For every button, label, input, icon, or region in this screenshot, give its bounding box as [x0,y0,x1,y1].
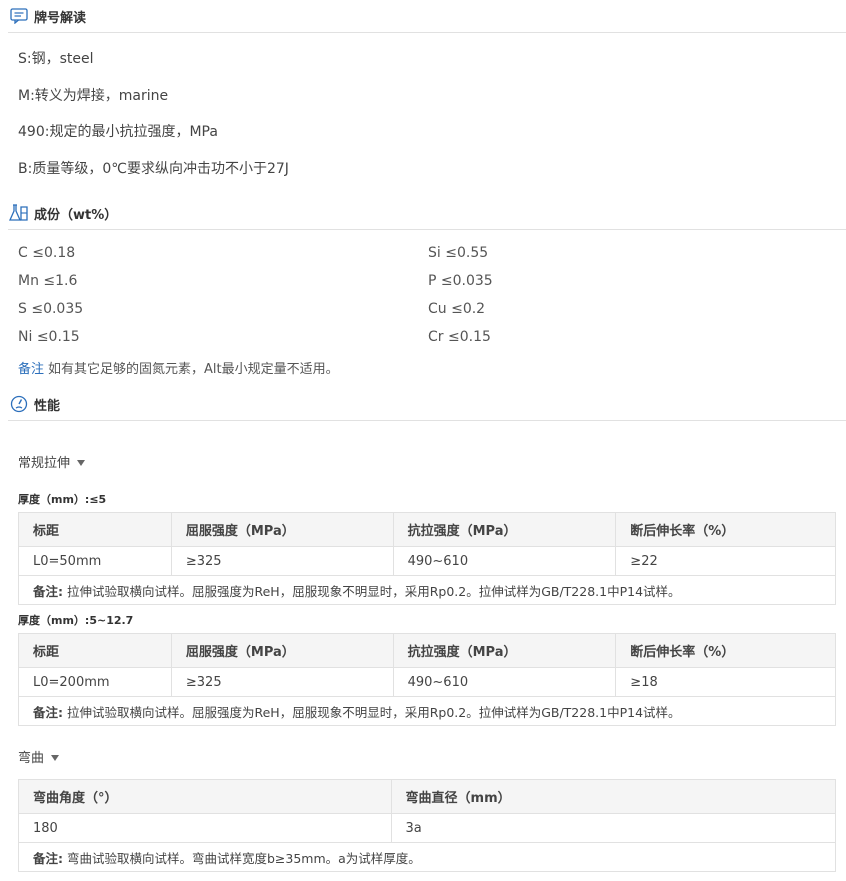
table-row: L0=200mm ≥325 490~610 ≥18 [18,667,836,697]
table-header-cell: 断后伸长率（%） [615,633,836,668]
tensile-dropdown[interactable]: 常规拉伸 [18,452,86,471]
note-text: 如有其它足够的固氮元素，Alt最小规定量不适用。 [48,362,339,377]
table-header-row: 标距 屈服强度（MPa） 抗拉强度（MPa） 断后伸长率（%） [18,633,836,668]
flask-icon [8,202,30,224]
composition-item: S ≤0.035 [18,301,84,317]
table-header-row: 弯曲角度（°） 弯曲直径（mm） [18,779,837,814]
designation-title: 牌号解读 [34,10,87,26]
table-cell: L0=50mm [18,546,172,576]
table-header-cell: 断后伸长率（%） [615,512,836,547]
table-cell: ≥22 [615,546,836,576]
remark-text: 弯曲试验取横向试样。弯曲试样宽度b≥35mm。a为试样厚度。 [66,850,421,866]
composition-item: Si ≤0.55 [428,245,489,261]
table-cell: L0=200mm [18,667,172,697]
remark-cell: 备注: 拉伸试验取横向试样。屈服强度为ReH，屈服现象不明显时，采用Rp0.2。… [18,696,836,726]
designation-line: B:质量等级，0℃要求纵向冲击功不小于27J [18,161,289,177]
table-cell: ≥325 [170,546,394,576]
table-header-cell: 标距 [18,512,172,547]
table-header-cell: 抗拉强度（MPa） [392,512,617,547]
caret-down-icon [51,754,60,761]
table-remark-row: 备注: 弯曲试验取横向试样。弯曲试样宽度b≥35mm。a为试样厚度。 [18,842,836,872]
bend-label: 弯曲 [18,751,45,766]
tensile-table: 标距 屈服强度（MPa） 抗拉强度（MPa） 断后伸长率（%） L0=50mm … [18,512,836,605]
properties-title: 性能 [34,398,61,414]
designation-section-header: 牌号解读 [8,0,846,33]
table-cell: ≥18 [615,667,836,697]
composition-item: Cu ≤0.2 [428,301,486,317]
table-remark-row: 备注: 拉伸试验取横向试样。屈服强度为ReH，屈服现象不明显时，采用Rp0.2。… [18,696,836,726]
tensile-table: 标距 屈服强度（MPa） 抗拉强度（MPa） 断后伸长率（%） L0=200mm… [18,633,836,726]
table-header-row: 标距 屈服强度（MPa） 抗拉强度（MPa） 断后伸长率（%） [18,512,836,547]
table-cell: ≥325 [170,667,394,697]
remark-cell: 备注: 弯曲试验取横向试样。弯曲试样宽度b≥35mm。a为试样厚度。 [18,842,836,872]
table-header-cell: 抗拉强度（MPa） [392,633,617,668]
table-header-cell: 屈服强度（MPa） [170,512,394,547]
designation-line: 490:规定的最小抗拉强度，MPa [18,124,218,140]
table-cell: 180 [18,813,392,843]
thickness-label: 厚度（mm）:≤5 [18,493,107,506]
chat-box-icon [8,5,30,27]
composition-item: C ≤0.18 [18,245,76,261]
composition-item: Cr ≤0.15 [428,329,491,345]
thickness-label: 厚度（mm）:5~12.7 [18,614,134,627]
remark-cell: 备注: 拉伸试验取横向试样。屈服强度为ReH，屈服现象不明显时，采用Rp0.2。… [18,575,836,605]
designation-line: M:转义为焊接，marine [18,88,169,104]
remark-label: 备注: [33,704,63,720]
bend-dropdown[interactable]: 弯曲 [18,747,60,766]
table-header-cell: 标距 [18,633,172,668]
remark-label: 备注: [33,583,63,599]
gauge-icon [8,393,30,415]
table-header-cell: 弯曲直径（mm） [390,779,837,814]
table-cell: 3a [390,813,837,843]
remark-text: 拉伸试验取横向试样。屈服强度为ReH，屈服现象不明显时，采用Rp0.2。拉伸试样… [66,583,681,599]
table-header-cell: 弯曲角度（°） [18,779,392,814]
designation-line: S:钢，steel [18,51,94,67]
properties-section-header: 性能 [8,388,846,421]
table-cell: 490~610 [392,546,617,576]
table-remark-row: 备注: 拉伸试验取横向试样。屈服强度为ReH，屈服现象不明显时，采用Rp0.2。… [18,575,836,605]
caret-down-icon [77,459,86,466]
note-label: 备注 [18,362,45,377]
composition-item: Ni ≤0.15 [18,329,80,345]
composition-note: 备注 如有其它足够的固氮元素，Alt最小规定量不适用。 [18,358,339,377]
table-cell: 490~610 [392,667,617,697]
table-header-cell: 屈服强度（MPa） [170,633,394,668]
composition-item: Mn ≤1.6 [18,273,78,289]
composition-title: 成份（wt%） [34,207,118,223]
table-row: 180 3a [18,813,837,843]
composition-section-header: 成份（wt%） [8,197,846,230]
composition-item: P ≤0.035 [428,273,493,289]
remark-text: 拉伸试验取横向试样。屈服强度为ReH，屈服现象不明显时，采用Rp0.2。拉伸试样… [66,704,681,720]
tensile-label: 常规拉伸 [18,456,71,471]
bend-table: 弯曲角度（°） 弯曲直径（mm） 180 3a 备注: 弯曲试验取横向试样。弯曲… [18,779,837,872]
table-row: L0=50mm ≥325 490~610 ≥22 [18,546,836,576]
remark-label: 备注: [33,850,63,866]
